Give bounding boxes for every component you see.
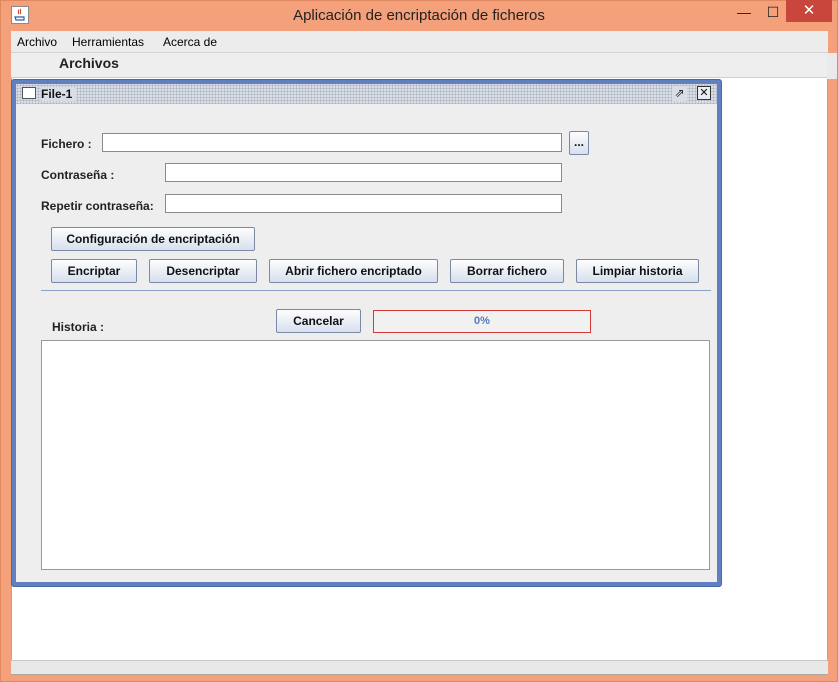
decrypt-button[interactable]: Desencriptar [149, 259, 257, 283]
cancel-button[interactable]: Cancelar [276, 309, 361, 333]
maximize-button[interactable]: ☐ [762, 2, 784, 22]
window-icon [22, 87, 36, 99]
progress-bar: 0% [373, 310, 591, 333]
close-icon[interactable]: ✕ [697, 86, 711, 100]
separator [41, 290, 711, 291]
menu-herramientas[interactable]: Herramientas [72, 35, 144, 49]
vertical-scrollbar[interactable] [827, 53, 837, 79]
window-title: Aplicación de encriptación de ficheros [293, 7, 545, 24]
maximize-icon[interactable]: ⇗ [672, 86, 687, 101]
desktop-header [11, 53, 828, 78]
internal-frame-title: File-1 [41, 87, 77, 101]
fichero-input[interactable] [102, 133, 562, 152]
horizontal-scrollbar[interactable] [11, 660, 828, 674]
close-button[interactable]: ✕ [786, 0, 832, 22]
internal-frame-titlebar[interactable] [16, 84, 717, 104]
password-label: Contraseña : [41, 168, 115, 182]
config-encryption-button[interactable]: Configuración de encriptación [51, 227, 255, 251]
browse-button[interactable]: ... [569, 131, 589, 155]
repeat-password-input[interactable] [165, 194, 562, 213]
clear-history-button[interactable]: Limpiar historia [576, 259, 699, 283]
menu-archivo[interactable]: Archivo [17, 35, 57, 49]
encrypt-button[interactable]: Encriptar [51, 259, 137, 283]
open-encrypted-button[interactable]: Abrir fichero encriptado [269, 259, 438, 283]
minimize-button[interactable]: — [733, 2, 755, 22]
delete-file-button[interactable]: Borrar fichero [450, 259, 564, 283]
progress-text: 0% [474, 315, 490, 327]
menu-acerca-de[interactable]: Acerca de [163, 35, 217, 49]
history-label: Historia : [52, 320, 105, 334]
password-input[interactable] [165, 163, 562, 182]
history-textarea[interactable] [41, 340, 710, 570]
desktop-title: Archivos [59, 55, 119, 71]
repeat-password-label: Repetir contraseña: [41, 199, 154, 213]
fichero-label: Fichero : [41, 137, 92, 151]
